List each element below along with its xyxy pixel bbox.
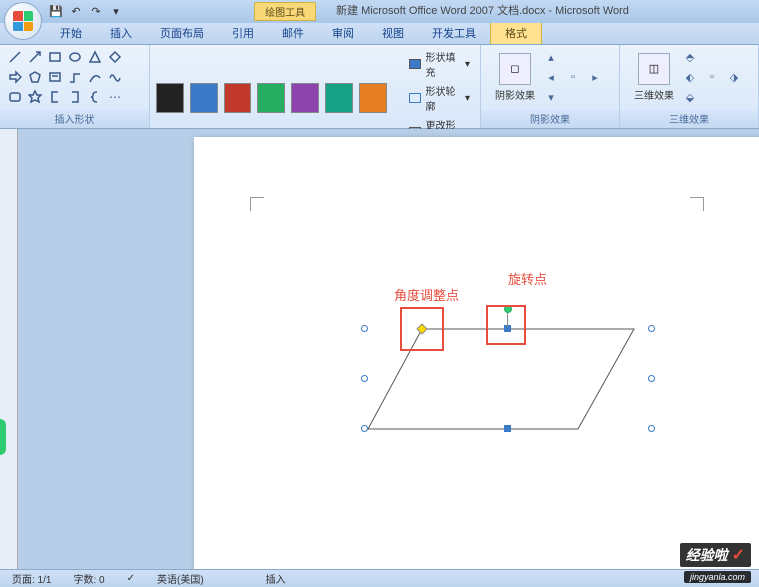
annotation-box-angle	[400, 307, 444, 351]
shape-more-icon[interactable]: ⋯	[106, 88, 124, 106]
shape-textbox-icon[interactable]	[46, 68, 64, 86]
shape-freeform-icon[interactable]	[106, 68, 124, 86]
shape-polygon-icon[interactable]	[26, 68, 44, 86]
3d-tilt-up-icon[interactable]: ⬘	[680, 48, 700, 66]
shape-fill-button[interactable]: 形状填充 ▾	[405, 48, 474, 80]
check-icon: ✓	[732, 545, 745, 565]
office-logo-icon	[13, 11, 33, 31]
fill-icon	[409, 59, 422, 69]
shape-curve-icon[interactable]	[86, 68, 104, 86]
vertical-ruler	[0, 129, 18, 569]
annotation-text-angle: 角度调整点	[394, 285, 459, 304]
3d-effect-button[interactable]: ◫ 三维效果	[634, 53, 674, 102]
style-swatch-1[interactable]	[190, 83, 218, 113]
shape-lbracket-icon[interactable]	[46, 88, 64, 106]
shape-roundrect-icon[interactable]	[6, 88, 24, 106]
workspace: 角度调整点 旋转点	[0, 129, 759, 569]
tab-format[interactable]: 格式	[490, 21, 542, 44]
shadow-down-icon[interactable]: ▾	[541, 88, 561, 106]
shadow-left-icon[interactable]: ◂	[541, 68, 561, 86]
margin-mark-tr	[690, 197, 704, 211]
style-swatch-5[interactable]	[325, 83, 353, 113]
status-words[interactable]: 字数: 0	[67, 571, 110, 586]
margin-mark-tl	[250, 197, 264, 211]
tab-view[interactable]: 视图	[368, 22, 418, 44]
selection-handle[interactable]	[648, 425, 655, 432]
annotation-text-rotate: 旋转点	[508, 269, 547, 288]
shape-diamond-icon[interactable]	[106, 48, 124, 66]
qat-dropdown-icon[interactable]: ▾	[108, 4, 124, 20]
status-page[interactable]: 页面: 1/1	[6, 571, 57, 586]
cube-icon: ◫	[638, 53, 670, 85]
tab-developer[interactable]: 开发工具	[418, 22, 490, 44]
shadow-right-icon[interactable]: ▸	[585, 68, 605, 86]
status-language[interactable]: 英语(美国)	[151, 571, 210, 586]
annotation-box-rotate	[486, 305, 526, 345]
shape-line-icon[interactable]	[6, 48, 24, 66]
shape-star-icon[interactable]	[26, 88, 44, 106]
save-icon[interactable]: 💾	[48, 4, 64, 20]
shape-rbracket-icon[interactable]	[66, 88, 84, 106]
3d-center-icon[interactable]: ▫	[702, 68, 722, 86]
tab-insert[interactable]: 插入	[96, 22, 146, 44]
selection-handle[interactable]	[648, 375, 655, 382]
selection-mid-handle[interactable]	[504, 425, 511, 432]
contextual-tab-label: 绘图工具	[254, 2, 316, 21]
shape-connector-icon[interactable]	[66, 68, 84, 86]
selection-handle[interactable]	[361, 325, 368, 332]
green-tab-edge	[0, 419, 6, 455]
3d-tilt-right-icon[interactable]: ⬗	[724, 68, 744, 86]
status-proofing-icon[interactable]: ✓	[121, 573, 141, 584]
shadow-icon: ◻	[499, 53, 531, 85]
tab-mailings[interactable]: 邮件	[268, 22, 318, 44]
group-label-shapes: 插入形状	[0, 109, 149, 128]
window-title: 新建 Microsoft Office Word 2007 文档.docx - …	[336, 2, 629, 21]
watermark-url: jingyanla.com	[684, 571, 751, 583]
shape-outline-button[interactable]: 形状轮廓 ▾	[405, 82, 474, 114]
shape-ellipse-icon[interactable]	[66, 48, 84, 66]
shape-brace-icon[interactable]	[86, 88, 104, 106]
ribbon-tabs: 开始 插入 页面布局 引用 邮件 审阅 视图 开发工具 格式	[0, 23, 759, 45]
group-label-shadow: 阴影效果	[481, 109, 619, 128]
selection-handle[interactable]	[648, 325, 655, 332]
status-bar: 页面: 1/1 字数: 0 ✓ 英语(美国) 插入	[0, 569, 759, 587]
redo-icon[interactable]: ↷	[88, 4, 104, 20]
shadow-up-icon[interactable]: ▴	[541, 48, 561, 66]
style-swatch-3[interactable]	[257, 83, 285, 113]
shape-rightarrow-icon[interactable]	[6, 68, 24, 86]
document-page[interactable]: 角度调整点 旋转点	[194, 137, 759, 569]
style-swatch-4[interactable]	[291, 83, 319, 113]
selection-handle[interactable]	[361, 375, 368, 382]
tab-home[interactable]: 开始	[46, 22, 96, 44]
ribbon: ⋯ 插入形状 形状填充 ▾ 形状轮廓 ▾ 更改形状 ▾ 形状样式 ◻ 阴影效果	[0, 45, 759, 129]
group-label-3d: 三维效果	[620, 109, 758, 128]
office-button[interactable]	[4, 2, 42, 40]
style-swatch-2[interactable]	[224, 83, 252, 113]
outline-icon	[409, 93, 422, 103]
shape-triangle-icon[interactable]	[86, 48, 104, 66]
watermark-brand: 经验啦 ✓	[680, 543, 751, 567]
shadow-center-icon[interactable]: ▫	[563, 68, 583, 86]
style-swatch-6[interactable]	[359, 83, 387, 113]
tab-references[interactable]: 引用	[218, 22, 268, 44]
selection-handle[interactable]	[361, 425, 368, 432]
tab-layout[interactable]: 页面布局	[146, 22, 218, 44]
3d-tilt-left-icon[interactable]: ⬖	[680, 68, 700, 86]
quick-access-toolbar: 💾 ↶ ↷ ▾	[48, 4, 124, 20]
shape-arrow-icon[interactable]	[26, 48, 44, 66]
status-mode[interactable]: 插入	[260, 571, 292, 586]
3d-tilt-down-icon[interactable]: ⬙	[680, 88, 700, 106]
shape-rect-icon[interactable]	[46, 48, 64, 66]
shadow-effect-button[interactable]: ◻ 阴影效果	[495, 53, 535, 102]
shapes-gallery: ⋯	[6, 48, 143, 106]
tab-review[interactable]: 审阅	[318, 22, 368, 44]
shape-selection: 角度调整点 旋转点	[364, 277, 654, 457]
undo-icon[interactable]: ↶	[68, 4, 84, 20]
style-swatch-0[interactable]	[156, 83, 184, 113]
